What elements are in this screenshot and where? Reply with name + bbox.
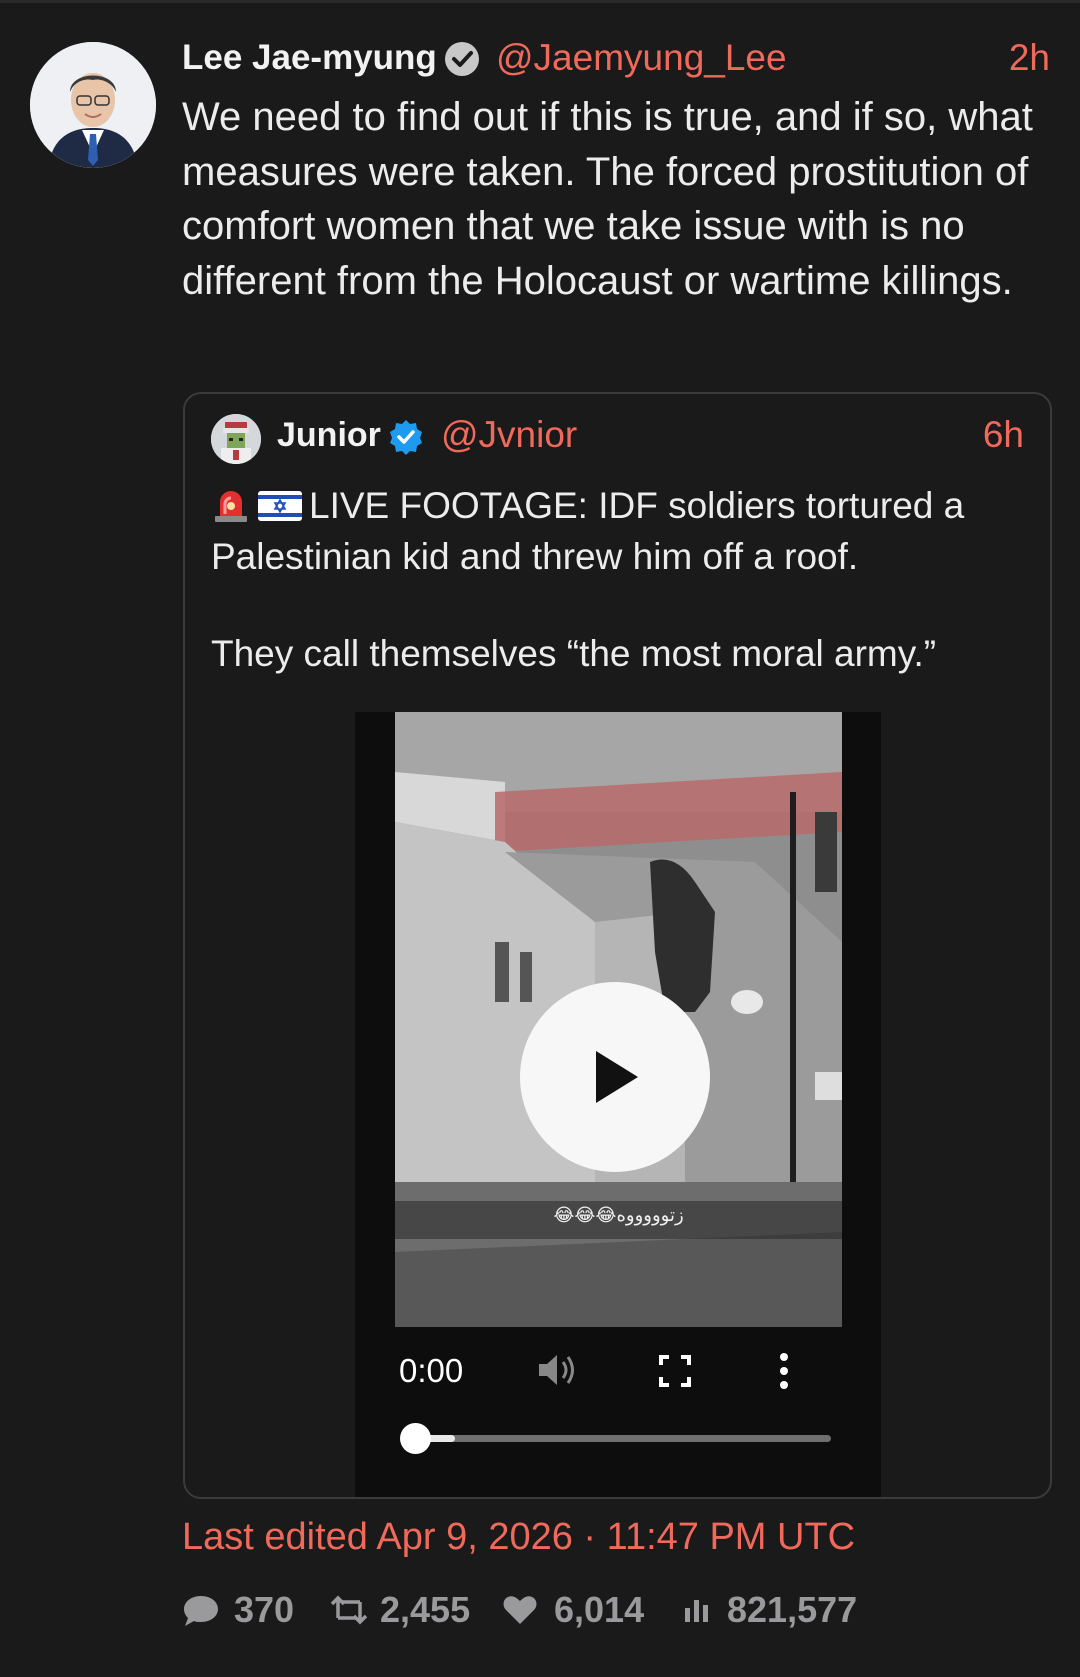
video-progress-knob[interactable] (400, 1423, 431, 1454)
views-count: 821,577 (727, 1589, 858, 1630)
quoted-post-time[interactable]: 6h (983, 412, 1024, 458)
volume-icon[interactable] (535, 1350, 579, 1390)
post-text: We need to find out if this is true, and… (182, 95, 1033, 303)
video-caption: 😂😂😂زتوووووه (553, 1205, 684, 1225)
more-vertical-icon[interactable] (778, 1352, 790, 1390)
quoted-author-avatar[interactable] (211, 414, 261, 464)
play-icon (596, 1051, 638, 1103)
siren-emoji-icon (215, 491, 247, 522)
verified-badge-icon (390, 420, 422, 455)
reply-icon (184, 1596, 218, 1626)
fullscreen-icon[interactable] (658, 1354, 692, 1388)
video-time: 0:00 (399, 1352, 464, 1389)
retweet-icon (330, 1595, 368, 1625)
play-button[interactable] (520, 982, 710, 1172)
author-handle[interactable]: @Jaemyung_Lee (496, 34, 787, 82)
like-icon (503, 1596, 537, 1624)
edited-timestamp[interactable]: Last edited Apr 9, 2026 · 11:47 PM UTC (182, 1516, 855, 1559)
video-player[interactable]: 😂😂😂زتوووووه 0:00 (355, 712, 881, 1497)
quoted-text-line-1: LIVE FOOTAGE: IDF soldiers tortured a (211, 480, 1031, 531)
israel-flag-emoji-icon (258, 491, 302, 521)
views-icon (685, 1600, 708, 1622)
reply-count: 370 (234, 1589, 295, 1630)
quoted-text-line-3: They call themselves “the most moral arm… (211, 633, 937, 674)
author-name[interactable]: Lee Jae-myung (182, 34, 437, 82)
author-avatar[interactable] (30, 42, 156, 168)
quoted-post-text: LIVE FOOTAGE: IDF soldiers tortured a Pa… (211, 480, 1031, 679)
quoted-author-name[interactable]: Junior (277, 412, 381, 458)
video-progress-bar[interactable] (400, 1423, 831, 1454)
like-count: 6,014 (554, 1589, 645, 1630)
quoted-author-handle[interactable]: @Jvnior (441, 412, 577, 458)
verified-badge-icon (445, 42, 479, 76)
quoted-text-line-2: Palestinian kid and threw him off a roof… (211, 536, 859, 577)
post-header: Lee Jae-myung @Jaemyung_Lee 2h (182, 34, 1050, 84)
retweet-count: 2,455 (380, 1589, 471, 1630)
post-time[interactable]: 2h (1009, 34, 1050, 82)
top-divider (0, 0, 1080, 3)
video-caption-strip: 😂😂😂زتوووووه (395, 1201, 842, 1239)
quoted-post[interactable]: Junior @Jvnior 6h LIVE FOOTAGE: IDF sold… (183, 392, 1052, 1499)
quoted-text-line-1-content: LIVE FOOTAGE: IDF soldiers tortured a (309, 485, 965, 526)
